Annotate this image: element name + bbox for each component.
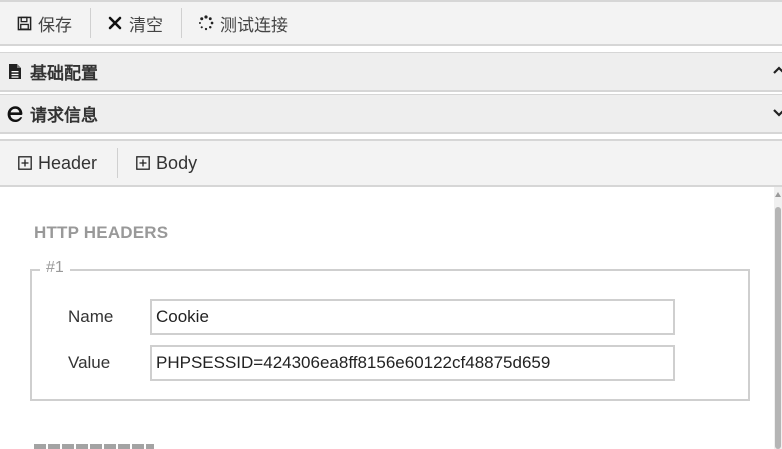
next-section-title-clipped: [34, 441, 154, 449]
chevron-down-icon[interactable]: [772, 105, 782, 119]
panel-header-request-info[interactable]: 请求信息: [0, 94, 782, 134]
headers-content: HTTP HEADERS #1 Name Value: [0, 187, 774, 449]
tab-body-label: Body: [156, 152, 198, 173]
save-icon: [16, 15, 32, 31]
section-title-http-headers: HTTP HEADERS: [34, 223, 169, 242]
plus-square-icon: [136, 156, 150, 170]
close-icon: [107, 15, 123, 31]
spinner-icon: [198, 15, 214, 31]
clear-label: 清空: [129, 15, 163, 36]
scroll-up-arrow-icon[interactable]: [775, 191, 781, 199]
vertical-scrollbar[interactable]: [774, 187, 782, 449]
header-entry-legend: #1: [40, 259, 70, 277]
panel-title-basic-config: 基础配置: [30, 64, 98, 84]
save-label: 保存: [38, 15, 72, 36]
panel-title-request-info: 请求信息: [30, 106, 98, 126]
tab-header-label: Header: [38, 152, 98, 173]
header-entry: #1 Name Value: [30, 259, 750, 401]
name-label: Name: [68, 307, 114, 326]
chevron-up-icon[interactable]: [772, 63, 782, 77]
value-label: Value: [68, 353, 111, 372]
request-tabs: Header Body: [0, 139, 782, 187]
internet-explorer-icon: [6, 105, 24, 123]
document-icon: [6, 63, 24, 81]
app-window: 保存 清空 测试连接 基础配置 请求信息 Header Body HTTP HE…: [0, 0, 782, 449]
test-connection-label: 测试连接: [220, 15, 288, 36]
clear-button[interactable]: 清空: [91, 8, 181, 38]
panel-header-basic-config[interactable]: 基础配置: [0, 52, 782, 92]
toolbar: 保存 清空 测试连接: [0, 0, 782, 46]
header-name-input[interactable]: [150, 299, 675, 335]
test-connection-button[interactable]: 测试连接: [182, 8, 306, 38]
plus-square-icon: [18, 156, 32, 170]
save-button[interactable]: 保存: [0, 8, 90, 38]
tab-body[interactable]: Body: [118, 148, 217, 178]
header-value-input[interactable]: [150, 345, 675, 381]
tab-header[interactable]: Header: [0, 148, 117, 178]
scrollbar-thumb[interactable]: [775, 207, 781, 449]
